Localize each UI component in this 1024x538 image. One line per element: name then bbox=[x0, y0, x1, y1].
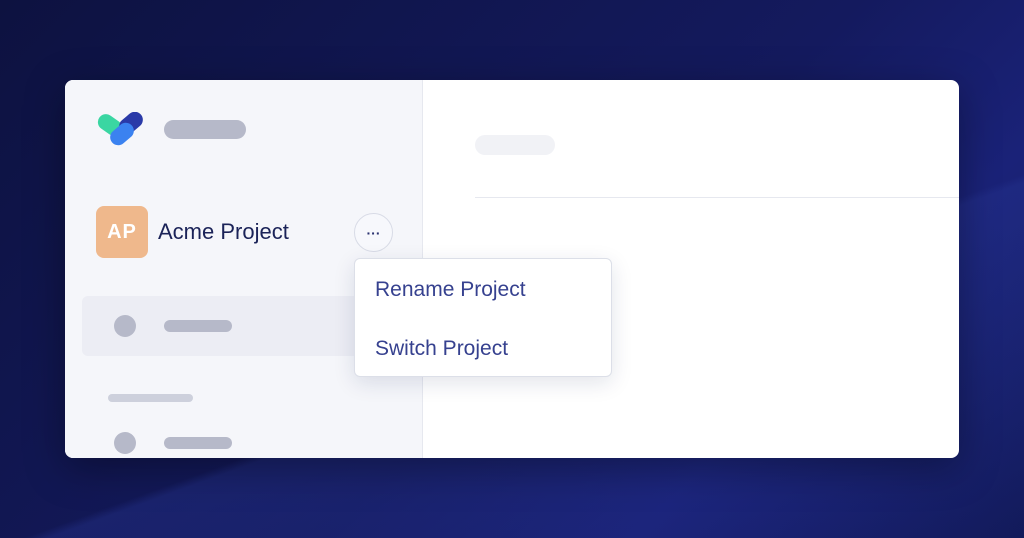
main-title-placeholder bbox=[475, 135, 555, 155]
brand-logo-icon bbox=[97, 112, 143, 146]
menu-item-switch-project[interactable]: Switch Project bbox=[375, 337, 508, 361]
project-context-menu: Rename Project Switch Project bbox=[354, 258, 612, 377]
nav-item-label-placeholder bbox=[164, 320, 232, 332]
project-more-button[interactable]: ··· bbox=[354, 213, 393, 252]
app-name-placeholder bbox=[164, 120, 246, 139]
section-heading-placeholder bbox=[108, 394, 193, 402]
project-name: Acme Project bbox=[158, 219, 289, 244]
nav-item-icon bbox=[114, 315, 136, 337]
project-avatar: AP bbox=[96, 206, 148, 258]
nav-item-icon bbox=[114, 432, 136, 454]
menu-item-rename-project[interactable]: Rename Project bbox=[375, 278, 526, 302]
main-divider bbox=[475, 197, 959, 198]
project-initials: AP bbox=[107, 220, 137, 243]
more-dots-icon: ··· bbox=[366, 224, 381, 241]
nav-item-label-placeholder bbox=[164, 437, 232, 449]
